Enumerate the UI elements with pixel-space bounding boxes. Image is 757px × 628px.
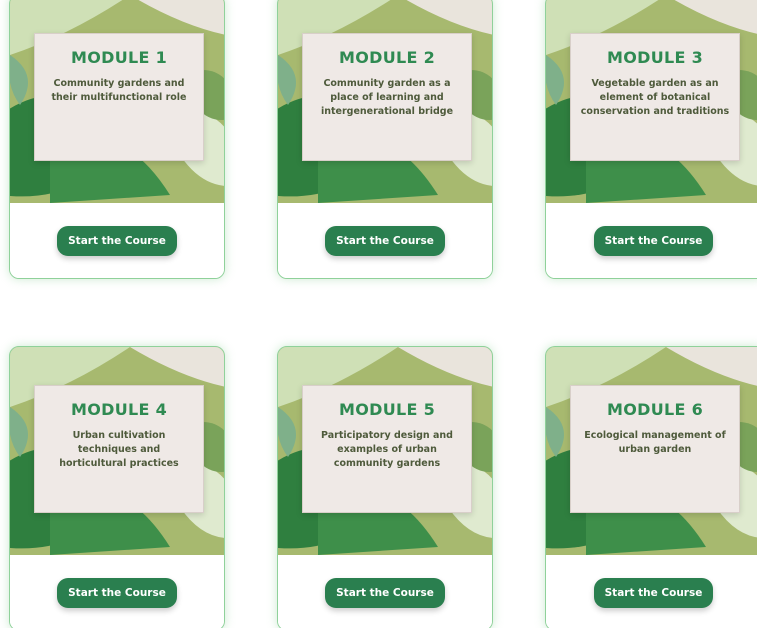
module-description: Community garden as a place of learning … [320,78,454,117]
module-card-image: MODULE 3 Vegetable garden as an element … [546,0,757,203]
module-card-1: MODULE 1 Community gardens and their mul… [9,0,225,279]
module-title: MODULE 1 [70,48,168,67]
start-course-button[interactable]: Start the Course [57,225,177,256]
card-footer: Start the Course [278,203,492,278]
title-panel: MODULE 2 Community garden as a place of … [302,33,472,161]
module-card-2: MODULE 2 Community garden as a place of … [277,0,493,279]
card-footer: Start the Course [278,555,492,628]
module-title: MODULE 5 [338,400,436,419]
title-panel: MODULE 6 Ecological management of urban … [570,385,740,513]
title-panel: MODULE 1 Community gardens and their mul… [34,33,204,161]
title-panel: MODULE 5 Participatory design and exampl… [302,385,472,513]
module-grid: MODULE 1 Community gardens and their mul… [0,0,757,628]
module-card-3: MODULE 3 Vegetable garden as an element … [545,0,757,279]
module-card-image: MODULE 6 Ecological management of urban … [546,347,757,555]
title-panel: MODULE 4 Urban cultivation techniques an… [34,385,204,513]
module-card-image: MODULE 4 Urban cultivation techniques an… [10,347,224,555]
module-description: Community gardens and their multifunctio… [51,78,187,103]
module-description: Urban cultivation techniques and horticu… [59,430,179,469]
start-course-button[interactable]: Start the Course [593,225,714,256]
module-card-6: MODULE 6 Ecological management of urban … [545,346,757,628]
module-card-4: MODULE 4 Urban cultivation techniques an… [9,346,225,628]
card-footer: Start the Course [546,203,757,278]
module-card-image: MODULE 2 Community garden as a place of … [278,0,492,203]
module-card-5: MODULE 5 Participatory design and exampl… [277,346,493,628]
title-panel: MODULE 3 Vegetable garden as an element … [570,33,740,161]
start-course-button[interactable]: Start the Course [57,577,177,608]
module-title: MODULE 6 [606,400,704,419]
start-course-button[interactable]: Start the Course [325,225,445,256]
module-card-image: MODULE 1 Community gardens and their mul… [10,0,224,203]
card-footer: Start the Course [546,555,757,628]
module-title: MODULE 3 [606,48,704,67]
start-course-button[interactable]: Start the Course [325,577,445,608]
card-footer: Start the Course [10,555,224,628]
module-card-image: MODULE 5 Participatory design and exampl… [278,347,492,555]
card-footer: Start the Course [10,203,224,278]
module-description: Participatory design and examples of urb… [321,430,453,469]
module-title: MODULE 2 [338,48,436,67]
start-course-button[interactable]: Start the Course [593,577,714,608]
module-description: Ecological management of urban garden [584,430,726,455]
module-title: MODULE 4 [70,400,168,419]
module-description: Vegetable garden as an element of botani… [580,78,730,117]
